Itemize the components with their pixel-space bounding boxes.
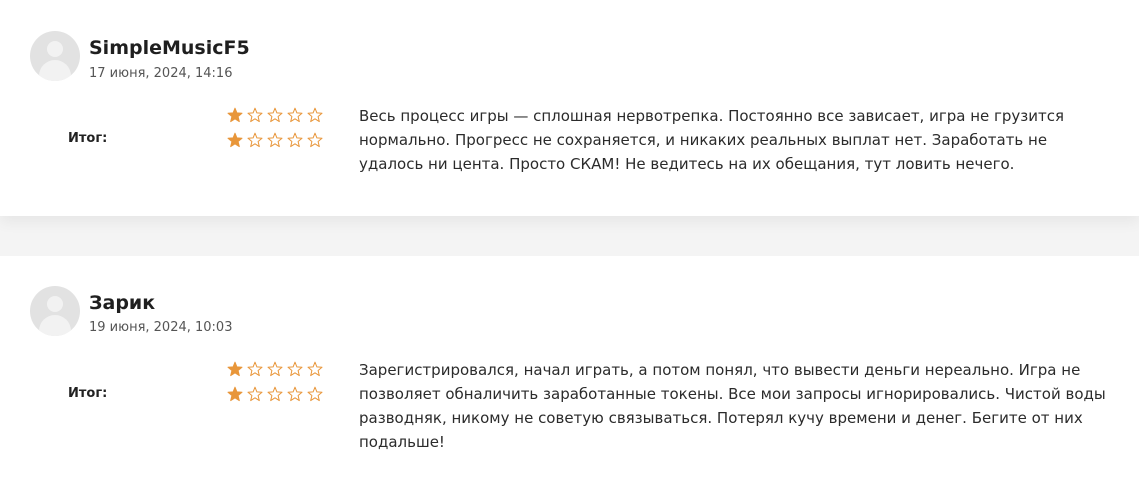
user-avatar-icon xyxy=(30,286,80,336)
summary-label: Итог: xyxy=(68,131,108,146)
reviews-page: SimpleMusicF5 17 июня, 2024, 14:16 Итог:… xyxy=(0,0,1139,490)
star-outline-icon xyxy=(267,132,283,148)
star-outline-icon xyxy=(307,386,323,402)
star-outline-icon xyxy=(247,107,263,123)
star-outline-icon xyxy=(247,386,263,402)
star-filled-icon xyxy=(227,132,243,148)
star-outline-icon xyxy=(267,386,283,402)
star-filled-icon xyxy=(227,107,243,123)
rating-stars xyxy=(227,107,323,123)
star-outline-icon xyxy=(267,361,283,377)
star-outline-icon xyxy=(287,386,303,402)
review-author: Зарик xyxy=(89,292,156,314)
review-author: SimpleMusicF5 xyxy=(89,37,250,59)
star-outline-icon xyxy=(247,361,263,377)
star-outline-icon xyxy=(307,107,323,123)
review-text: Зарегистрировался, начал играть, а потом… xyxy=(359,361,1106,451)
review-date: 19 июня, 2024, 10:03 xyxy=(89,320,233,335)
star-outline-icon xyxy=(287,107,303,123)
star-outline-icon xyxy=(307,132,323,148)
rating-stars xyxy=(227,386,323,402)
summary-label: Итог: xyxy=(68,386,108,401)
review-date: 17 июня, 2024, 14:16 xyxy=(89,66,233,81)
review-card: SimpleMusicF5 17 июня, 2024, 14:16 Итог:… xyxy=(0,0,1139,216)
rating-stars xyxy=(227,361,323,377)
star-outline-icon xyxy=(307,361,323,377)
rating-stars xyxy=(227,132,323,148)
star-filled-icon xyxy=(227,361,243,377)
star-outline-icon xyxy=(247,132,263,148)
star-filled-icon xyxy=(227,386,243,402)
review-card: Зарик 19 июня, 2024, 10:03 Итог: Зарегис… xyxy=(0,256,1139,490)
review-text: Весь процесс игры — сплошная нервотрепка… xyxy=(359,107,1065,173)
user-avatar-icon xyxy=(30,31,80,81)
star-outline-icon xyxy=(287,132,303,148)
star-outline-icon xyxy=(287,361,303,377)
star-outline-icon xyxy=(267,107,283,123)
